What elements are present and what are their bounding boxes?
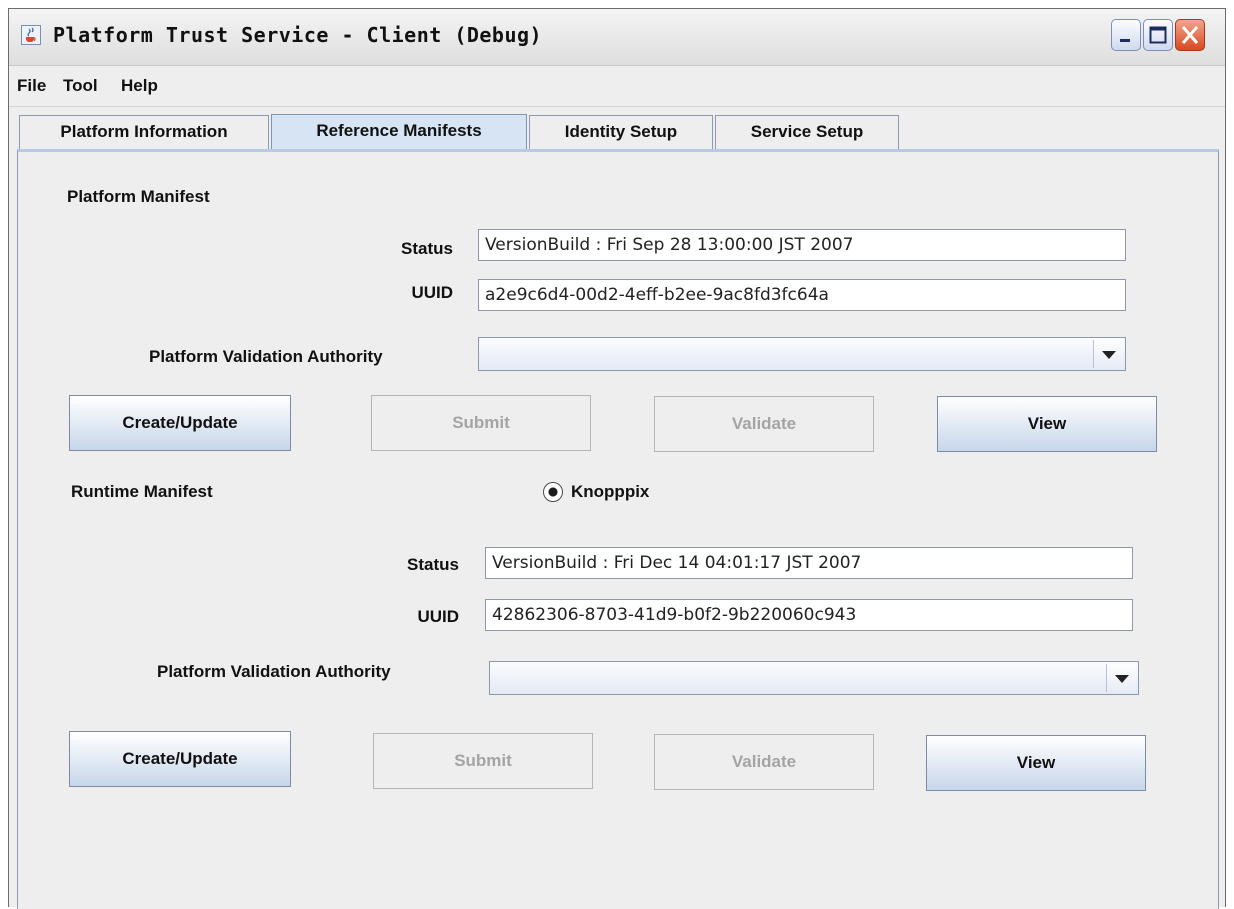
- platform-create-update-button[interactable]: Create/Update: [69, 395, 291, 451]
- runtime-validate-button[interactable]: Validate: [654, 734, 874, 790]
- chevron-down-icon[interactable]: [1106, 664, 1136, 692]
- platform-status-label: Status: [401, 239, 453, 258]
- tab-platform-information[interactable]: Platform Information: [19, 115, 269, 149]
- maximize-icon: [1149, 26, 1167, 44]
- runtime-manifest-heading: Runtime Manifest: [71, 482, 213, 501]
- menu-tool[interactable]: Tool: [63, 76, 98, 96]
- menu-file[interactable]: File: [17, 76, 46, 96]
- tab-identity-setup[interactable]: Identity Setup: [529, 115, 713, 149]
- java-cup-icon: [21, 25, 41, 45]
- platform-validate-button[interactable]: Validate: [654, 396, 874, 452]
- runtime-status-field[interactable]: VersionBuild : Fri Dec 14 04:01:17 JST 2…: [485, 547, 1133, 579]
- minimize-button[interactable]: [1111, 19, 1141, 51]
- platform-pva-label: Platform Validation Authority: [149, 347, 383, 366]
- minimize-icon: [1120, 39, 1130, 42]
- runtime-create-update-button[interactable]: Create/Update: [69, 731, 291, 787]
- menu-help[interactable]: Help: [121, 76, 158, 96]
- knopppix-radio-label[interactable]: Knopppix: [571, 482, 649, 502]
- menu-bar: File Tool Help: [9, 66, 1225, 107]
- reference-manifests-panel: [17, 149, 1219, 909]
- runtime-pva-label: Platform Validation Authority: [157, 662, 391, 681]
- chevron-down-icon[interactable]: [1093, 340, 1123, 368]
- platform-manifest-heading: Platform Manifest: [67, 187, 210, 206]
- maximize-button[interactable]: [1143, 19, 1173, 51]
- platform-uuid-field[interactable]: a2e9c6d4-00d2-4eff-b2ee-9ac8fd3fc64a: [478, 279, 1126, 311]
- runtime-pva-combo[interactable]: [489, 661, 1139, 695]
- platform-pva-combo[interactable]: [478, 337, 1126, 371]
- tab-service-setup[interactable]: Service Setup: [715, 115, 899, 149]
- runtime-view-button[interactable]: View: [926, 735, 1146, 791]
- tab-reference-manifests[interactable]: Reference Manifests: [271, 114, 527, 150]
- runtime-uuid-field[interactable]: 42862306-8703-41d9-b0f2-9b220060c943: [485, 599, 1133, 631]
- runtime-uuid-label: UUID: [417, 607, 459, 626]
- close-button[interactable]: [1175, 19, 1205, 51]
- knopppix-radio[interactable]: [543, 482, 563, 502]
- main-window: Platform Trust Service - Client (Debug) …: [8, 8, 1226, 909]
- runtime-status-label: Status: [407, 555, 459, 574]
- close-icon: [1181, 26, 1199, 44]
- platform-status-field[interactable]: VersionBuild : Fri Sep 28 13:00:00 JST 2…: [478, 229, 1126, 261]
- platform-view-button[interactable]: View: [937, 396, 1157, 452]
- platform-uuid-label: UUID: [411, 283, 453, 302]
- window-title: Platform Trust Service - Client (Debug): [53, 23, 543, 47]
- runtime-submit-button[interactable]: Submit: [373, 733, 593, 789]
- title-bar[interactable]: Platform Trust Service - Client (Debug): [9, 9, 1225, 66]
- platform-submit-button[interactable]: Submit: [371, 395, 591, 451]
